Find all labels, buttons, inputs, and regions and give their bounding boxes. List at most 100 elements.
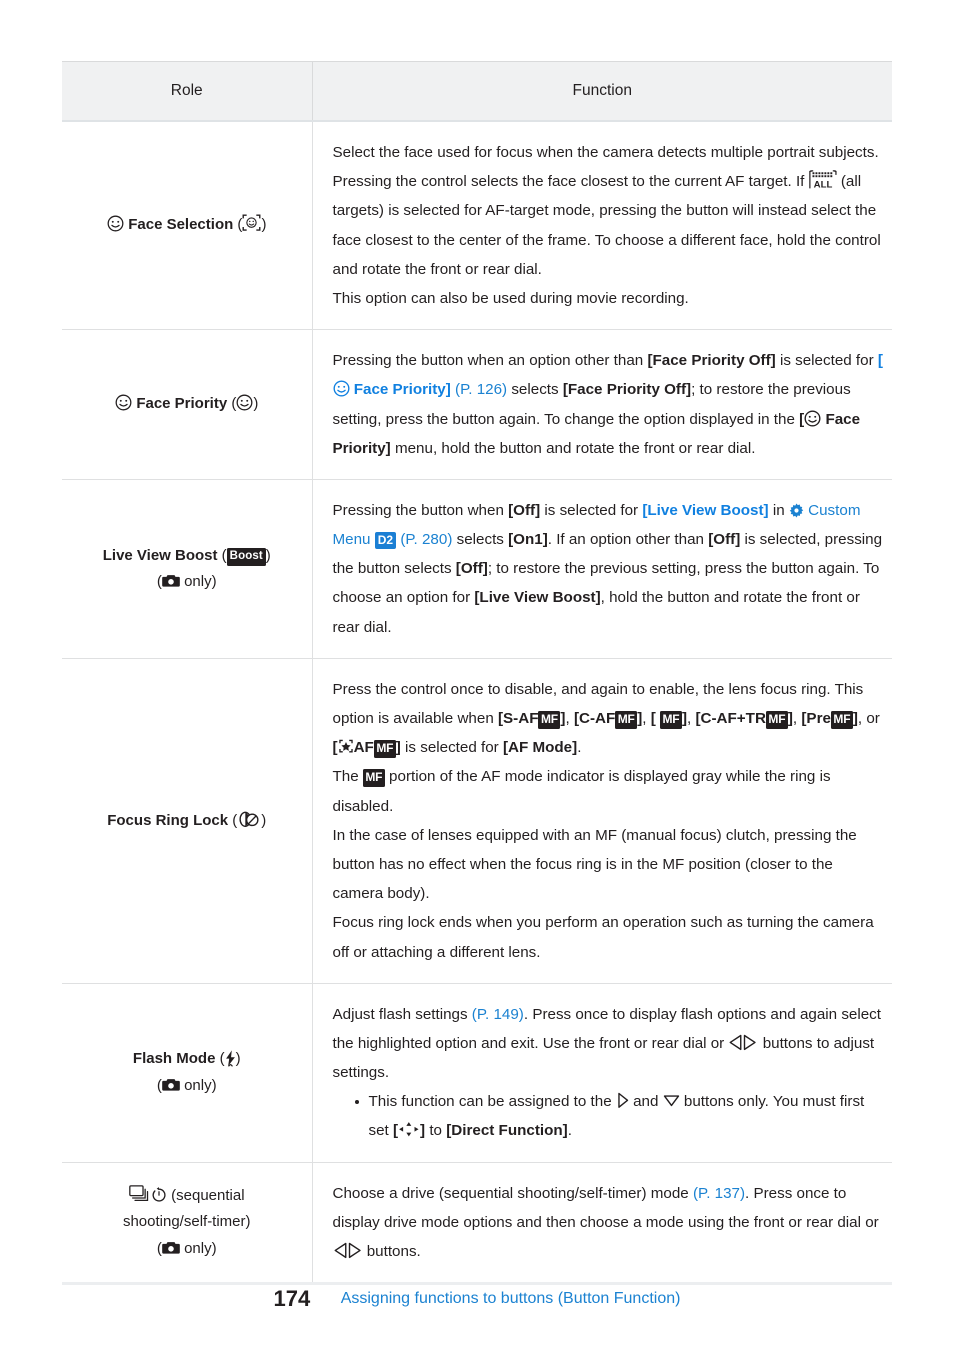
multi-selector-icon [398, 1121, 420, 1138]
text-fragment: selects [452, 531, 509, 549]
role-label-focus-ring-lock: Focus Ring Lock [107, 811, 229, 829]
option-off: [Off] [455, 560, 488, 578]
face-smiley-icon [333, 380, 350, 397]
page-footer: 174 Assigning functions to buttons (Butt… [0, 1286, 954, 1312]
role-cell-live-view-boost: Live View Boost (Boost) ( only) [62, 479, 313, 659]
text-fragment: and [628, 1093, 663, 1111]
table-row: Flash Mode ( ) ( only) Adjust flash sett… [62, 983, 892, 1163]
text-fragment: is selected for [540, 501, 643, 519]
camera-icon [162, 574, 180, 588]
bracket-close: ] [787, 710, 793, 727]
table-row: Focus Ring Lock ( ) Press the control on… [62, 658, 892, 984]
link-live-view-boost[interactable]: [Live View Boost] [642, 502, 768, 519]
bracket-close: ] [637, 710, 643, 727]
option-off: [Off] [708, 531, 741, 549]
manual-page: Role Function Face Selection () Select … [0, 0, 954, 1354]
function-cell-drive-mode: Choose a drive (sequential shooting/self… [312, 1162, 892, 1286]
boost-badge-icon: Boost [226, 548, 266, 566]
text-fragment: menu, hold the button and rotate the fro… [390, 439, 756, 457]
role-label-drive-line2: shooting/self-timer) [122, 1213, 251, 1231]
label: [Pre [801, 710, 831, 727]
af-mode-pre: [Pre MF] [801, 710, 858, 729]
function-paragraph: Choose a drive (sequential shooting/self… [333, 1179, 887, 1267]
role-label-drive-line1: (sequential [171, 1187, 245, 1205]
mf-badge-icon: MF [765, 710, 788, 729]
face-smiley-icon [804, 410, 821, 427]
text-fragment: . [577, 739, 582, 757]
all-targets-icon: ALL [808, 170, 837, 190]
down-arrow-button-icon [663, 1093, 680, 1108]
camera-icon [162, 1241, 180, 1255]
mf-badge-icon: MF [362, 768, 385, 787]
text-fragment: Choose a drive (sequential shooting/self… [332, 1184, 693, 1202]
table-body: Face Selection ( ) Select the face used … [62, 121, 892, 1286]
sequential-shooting-icon [129, 1185, 151, 1203]
text-fragment: Adjust flash settings [332, 1005, 472, 1023]
af-mode-c-af-tr: [C-AF+TR MF] [695, 710, 793, 729]
label: [C-AF [573, 710, 616, 727]
function-paragraph: Focus ring lock ends when you perform an… [332, 914, 874, 961]
right-arrow-button-icon [616, 1092, 629, 1109]
function-cell-face-priority: Pressing the button when an option other… [312, 329, 892, 480]
face-smiley-icon [236, 394, 253, 411]
role-label-live-view-boost: Live View Boost [102, 546, 218, 564]
af-mode-s-af: [S-AF MF] [498, 710, 566, 729]
af-mode-c-af: [C-AF MF] [573, 710, 643, 729]
text-fragment: , or [857, 710, 880, 727]
role-label-face-priority: Face Priority [136, 395, 228, 413]
bracket-open: [ [877, 352, 883, 370]
bracket-open: [ [650, 710, 656, 727]
bracket-close: ] [560, 710, 566, 727]
text-fragment: is selected for [775, 352, 878, 370]
role-cell-face-priority: Face Priority ( ) [62, 329, 313, 480]
role-label-face-selection: Face Selection [128, 216, 234, 234]
text-fragment: is selected for [400, 739, 503, 757]
mf-badge-icon: MF [830, 710, 853, 729]
page-ref-280[interactable]: (P. 280) [400, 531, 452, 548]
camera-icon [162, 1078, 180, 1092]
text-fragment: buttons. [362, 1243, 421, 1260]
role-sub-only: only [184, 1076, 212, 1094]
text-fragment: selects [507, 381, 563, 399]
role-label-flash-mode: Flash Mode [132, 1050, 216, 1068]
bracket-close: ] [681, 710, 688, 727]
left-right-arrow-buttons-icon [333, 1242, 363, 1259]
role-cell-face-selection: Face Selection ( ) [62, 121, 313, 331]
button-function-table: Role Function Face Selection () Select … [62, 61, 892, 1286]
menu-af-mode: [AF Mode] [502, 739, 578, 757]
list-item: This function can be assigned to the and… [354, 1087, 887, 1145]
gear-icon [789, 503, 804, 518]
mf-badge-icon: MF [538, 710, 561, 729]
text-fragment: This function can be assigned to the [368, 1093, 616, 1111]
function-cell-face-selection: Select the face used for focus when the … [312, 121, 892, 331]
function-paragraph: Select the face used for focus when the … [333, 138, 887, 284]
column-header-role: Role [62, 61, 313, 122]
table-header: Role Function [62, 61, 892, 122]
option-off: [Off] [508, 501, 541, 519]
table-row: Face Selection ( ) Select the face used … [62, 121, 892, 331]
page-ref-149[interactable]: (P. 149) [472, 1006, 524, 1023]
star-af-target-icon [338, 739, 354, 754]
mf-badge-icon: MF [373, 739, 396, 758]
function-cell-live-view-boost: Pressing the button when [Off] is select… [312, 479, 892, 659]
footer-section-title[interactable]: Assigning functions to buttons (Button F… [341, 1290, 681, 1308]
face-in-frame-icon [242, 214, 261, 232]
role-cell-drive-mode: (sequential shooting/self-timer) ( only) [62, 1162, 313, 1286]
face-smiley-icon [107, 215, 124, 232]
page-ref-126[interactable]: (P. 126) [455, 381, 507, 398]
option-face-priority-off: [Face Priority Off] [562, 381, 692, 399]
function-paragraph: This option can also be used during movi… [332, 289, 689, 307]
table-row: (sequential shooting/self-timer) ( only)… [62, 1162, 892, 1286]
text-fragment: to [425, 1122, 447, 1140]
text-fragment: Select the face used for focus when the … [332, 144, 879, 191]
page-ref-137[interactable]: (P. 137) [693, 1185, 745, 1202]
role-sub-only: only [184, 1239, 212, 1257]
link-label: Face Priority] [349, 381, 451, 399]
custom-menu-d2-badge: D2 [374, 532, 397, 550]
function-cell-focus-ring-lock: Press the control once to disable, and a… [312, 658, 892, 984]
function-paragraph: Press the control once to disable, and a… [332, 680, 880, 758]
face-smiley-icon [115, 394, 132, 411]
option-live-view-boost: [Live View Boost] [474, 589, 601, 607]
text-fragment: The [332, 768, 363, 786]
table-row: Live View Boost (Boost) ( only) Pressing… [62, 479, 892, 659]
